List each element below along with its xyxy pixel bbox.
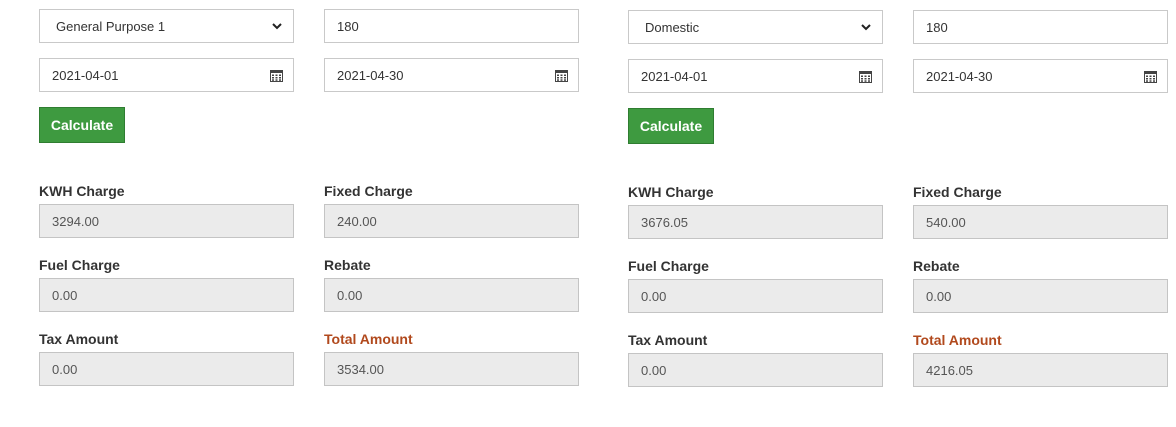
total-amount-value: 3534.00 <box>337 361 384 377</box>
rebate-label: Rebate <box>913 258 960 274</box>
fixed-charge-field: 240.00 <box>324 204 579 238</box>
rebate-field: 0.00 <box>913 279 1168 313</box>
rebate-label: Rebate <box>324 257 371 273</box>
units-input[interactable]: 180 <box>324 9 579 43</box>
fixed-charge-value: 240.00 <box>337 213 377 229</box>
fuel-charge-value: 0.00 <box>641 288 667 304</box>
calendar-icon[interactable] <box>1144 70 1157 83</box>
fixed-charge-label: Fixed Charge <box>913 184 1002 200</box>
rebate-value: 0.00 <box>337 287 363 303</box>
calculate-button[interactable]: Calculate <box>39 107 125 143</box>
total-amount-field: 3534.00 <box>324 352 579 386</box>
fuel-charge-field: 0.00 <box>628 279 883 313</box>
tax-amount-value: 0.00 <box>52 361 78 377</box>
to-date-value: 2021-04-30 <box>337 67 404 83</box>
rebate-value: 0.00 <box>926 288 952 304</box>
to-date-value: 2021-04-30 <box>926 68 993 84</box>
category-select[interactable]: General Purpose 1 <box>39 9 294 43</box>
calculator-panel-left: General Purpose 1 180 2021-04-01 2021-04… <box>39 0 579 426</box>
to-date-input[interactable]: 2021-04-30 <box>913 59 1168 93</box>
calendar-icon[interactable] <box>555 69 568 82</box>
tax-amount-field: 0.00 <box>628 353 883 387</box>
calendar-icon[interactable] <box>270 69 283 82</box>
fuel-charge-label: Fuel Charge <box>39 257 120 273</box>
fuel-charge-field: 0.00 <box>39 278 294 312</box>
fuel-charge-value: 0.00 <box>52 287 78 303</box>
total-amount-field: 4216.05 <box>913 353 1168 387</box>
units-input-value: 180 <box>337 18 359 34</box>
chevron-down-icon <box>271 20 283 32</box>
units-input[interactable]: 180 <box>913 10 1168 44</box>
fuel-charge-label: Fuel Charge <box>628 258 709 274</box>
category-select-value: General Purpose 1 <box>56 18 166 34</box>
rebate-field: 0.00 <box>324 278 579 312</box>
fixed-charge-field: 540.00 <box>913 205 1168 239</box>
category-select[interactable]: Domestic <box>628 10 883 44</box>
tax-amount-label: Tax Amount <box>39 331 119 347</box>
from-date-value: 2021-04-01 <box>52 67 119 83</box>
units-input-value: 180 <box>926 19 948 35</box>
total-amount-label: Total Amount <box>324 331 413 347</box>
fixed-charge-label: Fixed Charge <box>324 183 413 199</box>
to-date-input[interactable]: 2021-04-30 <box>324 58 579 92</box>
chevron-down-icon <box>860 21 872 33</box>
kwh-charge-value: 3294.00 <box>52 213 99 229</box>
total-amount-value: 4216.05 <box>926 362 973 378</box>
kwh-charge-value: 3676.05 <box>641 214 688 230</box>
fixed-charge-value: 540.00 <box>926 214 966 230</box>
tax-amount-field: 0.00 <box>39 352 294 386</box>
from-date-input[interactable]: 2021-04-01 <box>628 59 883 93</box>
kwh-charge-label: KWH Charge <box>39 183 125 199</box>
from-date-value: 2021-04-01 <box>641 68 708 84</box>
total-amount-label: Total Amount <box>913 332 1002 348</box>
category-select-value: Domestic <box>645 19 700 35</box>
tax-amount-value: 0.00 <box>641 362 667 378</box>
kwh-charge-field: 3294.00 <box>39 204 294 238</box>
calculate-button[interactable]: Calculate <box>628 108 714 144</box>
kwh-charge-field: 3676.05 <box>628 205 883 239</box>
calendar-icon[interactable] <box>859 70 872 83</box>
kwh-charge-label: KWH Charge <box>628 184 714 200</box>
calculator-panel-right: Domestic 180 2021-04-01 2021-04-30 Calcu… <box>628 1 1168 427</box>
from-date-input[interactable]: 2021-04-01 <box>39 58 294 92</box>
tax-amount-label: Tax Amount <box>628 332 708 348</box>
